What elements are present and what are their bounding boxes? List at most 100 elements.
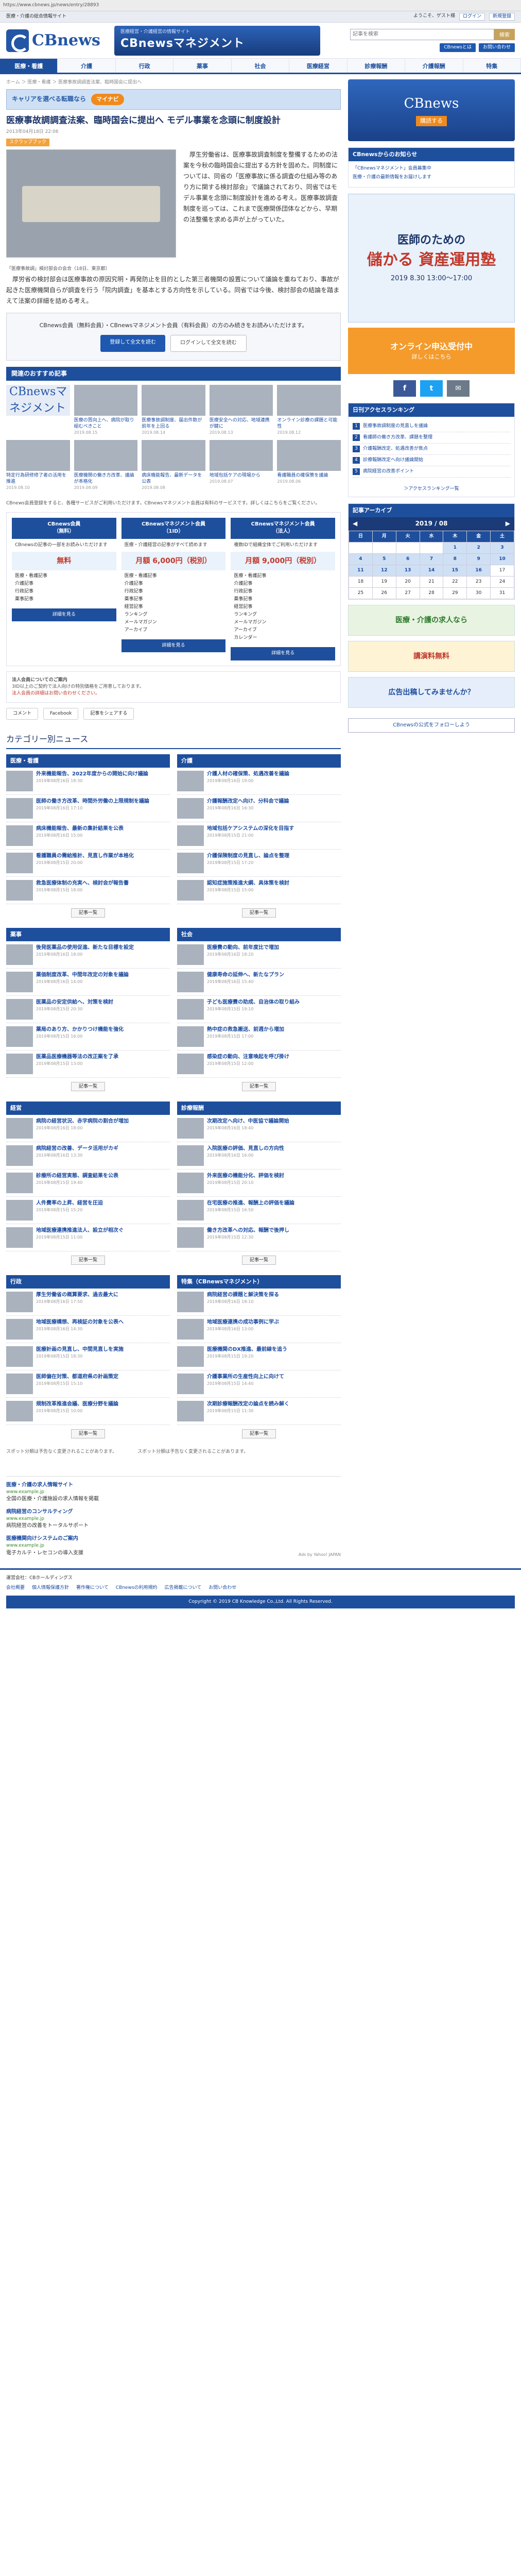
rec-item[interactable]: 病床機能報告、最新データを公表 2019.08.08 [142,439,205,491]
calendar-day[interactable]: 11 [349,564,373,577]
news-item[interactable]: 感染症の動向、注意喚起を呼び掛け 2019年08月15日 12:00 [177,1050,341,1078]
twitter-follow-button[interactable]: CBnewsの公式をフォローしよう [348,718,515,733]
calendar-day[interactable]: 23 [466,575,491,588]
news-item[interactable]: 在宅医療の推進、報酬上の評価を議論 2019年08月15日 16:50 [177,1197,341,1224]
news-item[interactable]: 認知症施策推進大綱、具体策を検討 2019年08月15日 15:00 [177,877,341,904]
footer-link[interactable]: 広告掲載について [165,1585,202,1591]
calendar-day[interactable]: 16 [466,564,491,577]
search-button[interactable]: 検索 [494,28,515,40]
news-item[interactable]: 介護事業所の生産性向上に向けて 2019年08月15日 14:40 [177,1370,341,1398]
login-link[interactable]: ログイン [459,12,485,21]
news-item[interactable]: 病院経営の改善、データ活用がカギ 2019年08月16日 13:30 [6,1142,170,1170]
more-button[interactable]: 記事一覧 [241,1255,276,1265]
news-item[interactable]: 子ども医療費の助成、自治体の取り組み 2019年08月15日 19:10 [177,996,341,1023]
calendar-day[interactable]: 18 [349,575,373,588]
nav-medical[interactable]: 医療・看護 [0,59,58,73]
rec-item[interactable]: オンライン診療の課題と可能性 2019.08.12 [277,384,341,436]
nav-society[interactable]: 社会 [232,59,290,73]
side-ad[interactable]: 医療・介護の求人なら [348,604,515,636]
contact-link[interactable]: お問い合わせ [478,43,515,53]
news-item[interactable]: 地域医療構想、再検証の対象を公表へ 2019年08月16日 14:30 [6,1316,170,1343]
footer-link[interactable]: CBnewsの利用規約 [116,1585,158,1591]
nav-management[interactable]: 医療経営 [289,59,348,73]
calendar-day[interactable]: 10 [490,553,514,565]
nav-pharma[interactable]: 薬事 [173,59,232,73]
ad-bar[interactable]: キャリアを選べる転職なら マイナビ [6,89,341,110]
news-item[interactable]: 熱中症の救急搬送、前週から増加 2019年08月15日 17:00 [177,1023,341,1050]
promo-item[interactable]: 病院経営のコンサルティング www.example.jp 病院経営の改善をトータルサ… [6,1509,341,1530]
news-item[interactable]: 外来機能報告、2022年度からの開始に向け議論 2019年08月16日 18:30 [6,768,170,795]
more-button[interactable]: 記事一覧 [241,1429,276,1438]
news-item[interactable]: 規制改革推進会議、医療分野を議論 2019年08月15日 10:00 [6,1398,170,1425]
more-button[interactable]: 記事一覧 [71,1081,105,1091]
category-header[interactable]: 行政 [6,1275,170,1289]
news-item[interactable]: 医療費の動向、前年度比で増加 2019年08月16日 18:20 [177,941,341,969]
rec-item[interactable]: 医療機関の働き方改革、議論が本格化 2019.08.09 [74,439,138,491]
calendar-day[interactable]: 30 [466,587,491,599]
calendar-day[interactable]: 29 [443,587,467,599]
calendar-day[interactable]: 17 [490,564,514,577]
calendar-day[interactable]: 2 [466,541,491,554]
news-item[interactable]: 健康寿命の延伸へ、新たなプラン 2019年08月16日 15:40 [177,969,341,996]
news-item[interactable]: 病院経営の課題と解決策を探る 2019年08月16日 18:10 [177,1289,341,1316]
calendar-day[interactable]: 7 [419,553,444,565]
calendar-day[interactable]: 15 [443,564,467,577]
ranking-item[interactable]: 5 病院経営の改善ポイント [353,466,510,478]
ranking-item[interactable]: 2 看護師の働き方改革、課題を整理 [353,432,510,444]
ranking-item[interactable]: 4 診療報酬改定へ向け議論開始 [353,455,510,467]
register-read-button[interactable]: 登録して全文を読む [100,335,165,352]
news-item[interactable]: 地域医療連携推進法人、設立が相次ぐ 2019年08月15日 11:00 [6,1224,170,1251]
nav-admin[interactable]: 行政 [116,59,174,73]
news-item[interactable]: 外来医療の機能分化、評価を検討 2019年08月15日 20:10 [177,1170,341,1197]
news-item[interactable]: 病院の経営状況、赤字病院の割合が増加 2019年08月16日 18:00 [6,1115,170,1142]
footer-link[interactable]: 著作権について [76,1585,109,1591]
calendar-day[interactable]: 9 [466,553,491,565]
calendar-day[interactable]: 3 [490,541,514,554]
plan-detail-button[interactable]: 詳細を見る [231,647,335,660]
calendar-day[interactable]: 19 [372,575,396,588]
news-item[interactable]: 次期改定へ向け、中医協で議論開始 2019年08月16日 18:40 [177,1115,341,1142]
nav-fee[interactable]: 診療報酬 [348,59,406,73]
more-button[interactable]: 記事一覧 [71,1429,105,1438]
news-item[interactable]: 後発医薬品の使用促進、新たな目標を設定 2019年08月16日 18:00 [6,941,170,969]
news-item[interactable]: 医師の働き方改革、時間外労働の上限規制を議論 2019年08月16日 17:10 [6,795,170,822]
calendar-day[interactable]: 27 [395,587,420,599]
side-ad[interactable]: 広告出稿してみませんか？ [348,676,515,708]
nav-care[interactable]: 介護 [58,59,116,73]
nav-feature[interactable]: 特集 [463,59,521,73]
news-item[interactable]: 薬価制度改革、中間年改定の対象を議論 2019年08月16日 14:00 [6,969,170,996]
news-item[interactable]: 医療計画の見直し、中間見直しを実施 2019年08月15日 18:30 [6,1343,170,1370]
plan-detail-button[interactable]: 詳細を見る [121,639,226,653]
category-header[interactable]: 特集（CBnewsマネジメント） [177,1275,341,1289]
news-item[interactable]: 介護人材の確保策、処遇改善を議論 2019年08月16日 19:00 [177,768,341,795]
ranking-item[interactable]: 1 医療事故調制度の見直しを議論 [353,421,510,433]
calendar-day[interactable]: 21 [419,575,444,588]
news-item[interactable]: 次期診療報酬改定の論点を読み解く 2019年08月15日 11:30 [177,1398,341,1425]
calendar-day[interactable]: 4 [349,553,373,565]
rec-item[interactable]: CBnewsマネジメント [6,384,70,436]
more-button[interactable]: 記事一覧 [71,908,105,918]
breadcrumb[interactable]: ホーム ＞ 医療・看護 ＞ 医療事故調調査法案、臨時国会に提出へ [6,74,341,89]
search-input[interactable] [350,28,494,40]
calendar-day[interactable]: 5 [372,553,396,565]
online-ad[interactable]: オンライン申込受付中 詳しくはこちら [348,328,515,375]
notice-item[interactable]: 医療・介護の最新情報をお届けします [353,174,510,181]
rec-item[interactable]: 医療安全への対応、地域連携が鍵に 2019.08.13 [209,384,273,436]
news-item[interactable]: 人件費率の上昇、経営を圧迫 2019年08月15日 15:20 [6,1197,170,1224]
rec-item[interactable]: 医療の質向上へ、病院が取り組むべきこと 2019.08.15 [74,384,138,436]
scrap-button[interactable]: スクラップブック [6,139,50,147]
more-button[interactable]: 記事一覧 [71,1255,105,1265]
news-item[interactable]: 診療所の経営実態、調査結果を公表 2019年08月15日 19:40 [6,1170,170,1197]
category-header[interactable]: 医療・看護 [6,754,170,768]
calendar-day[interactable]: 31 [490,587,514,599]
news-item[interactable]: 薬局のあり方、かかりつけ機能を強化 2019年08月15日 16:00 [6,1023,170,1050]
next-month-icon[interactable]: ▶ [506,519,510,528]
calendar-day[interactable]: 28 [419,587,444,599]
rec-item[interactable]: 医療事故調制度、届出件数が前年を上回る 2019.08.14 [142,384,205,436]
plan-detail-button[interactable]: 詳細を見る [12,608,116,622]
news-item[interactable]: 厚生労働省の概算要求、過去最大に 2019年08月16日 17:50 [6,1289,170,1316]
twitter-icon[interactable]: t [420,380,443,397]
category-header[interactable]: 介護 [177,754,341,768]
nav-carefee[interactable]: 介護報酬 [405,59,463,73]
calendar-day[interactable]: 13 [395,564,420,577]
